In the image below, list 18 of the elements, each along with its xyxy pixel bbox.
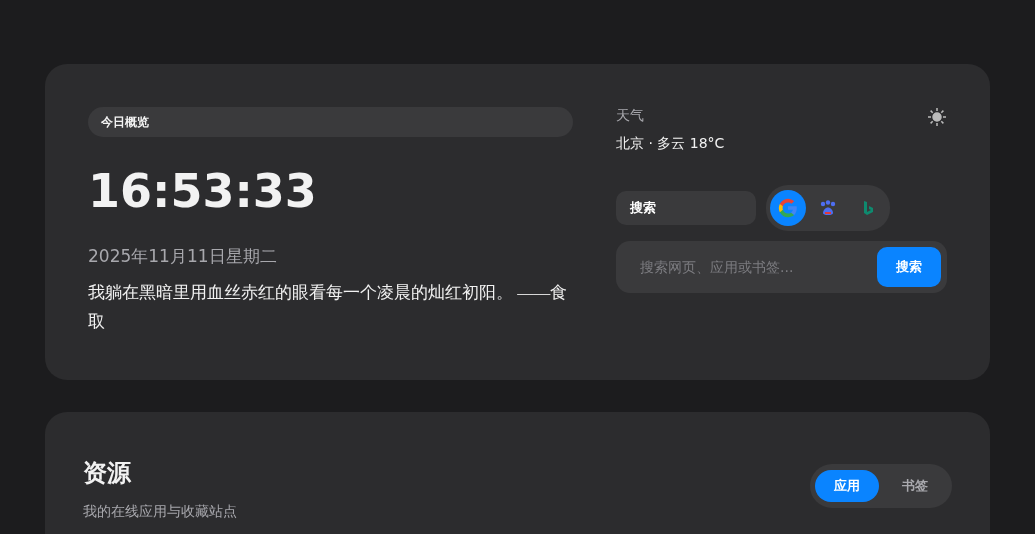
engine-button[interactable]: [770, 190, 806, 226]
paw-icon: [819, 200, 837, 216]
tab[interactable]: 书签: [883, 470, 947, 502]
bing-logo-icon: [862, 200, 874, 216]
section-badge: 今日概览: [88, 107, 573, 137]
google-logo-icon: [777, 197, 799, 219]
search-field[interactable]: 搜索网页、应用或书签...: [638, 258, 877, 276]
search-button[interactable]: 搜索: [877, 247, 941, 287]
tab[interactable]: 应用: [815, 470, 879, 502]
weather-summary: 北京 · 多云 18°C: [616, 135, 725, 153]
search-mode-button[interactable]: 搜索: [616, 191, 756, 225]
date-text: 2025年11月11日星期二: [88, 245, 278, 268]
section-subtitle: 我的在线应用与收藏站点: [83, 503, 237, 521]
clock-time: 16:53:33: [88, 163, 318, 219]
quote-text: 我躺在黑暗里用血丝赤红的眼看每一个凌晨的灿红初阳。 ——食取: [88, 282, 569, 333]
sun-icon[interactable]: [927, 107, 947, 127]
section-title: 资源: [83, 458, 132, 489]
weather-label: 天气: [616, 107, 645, 125]
